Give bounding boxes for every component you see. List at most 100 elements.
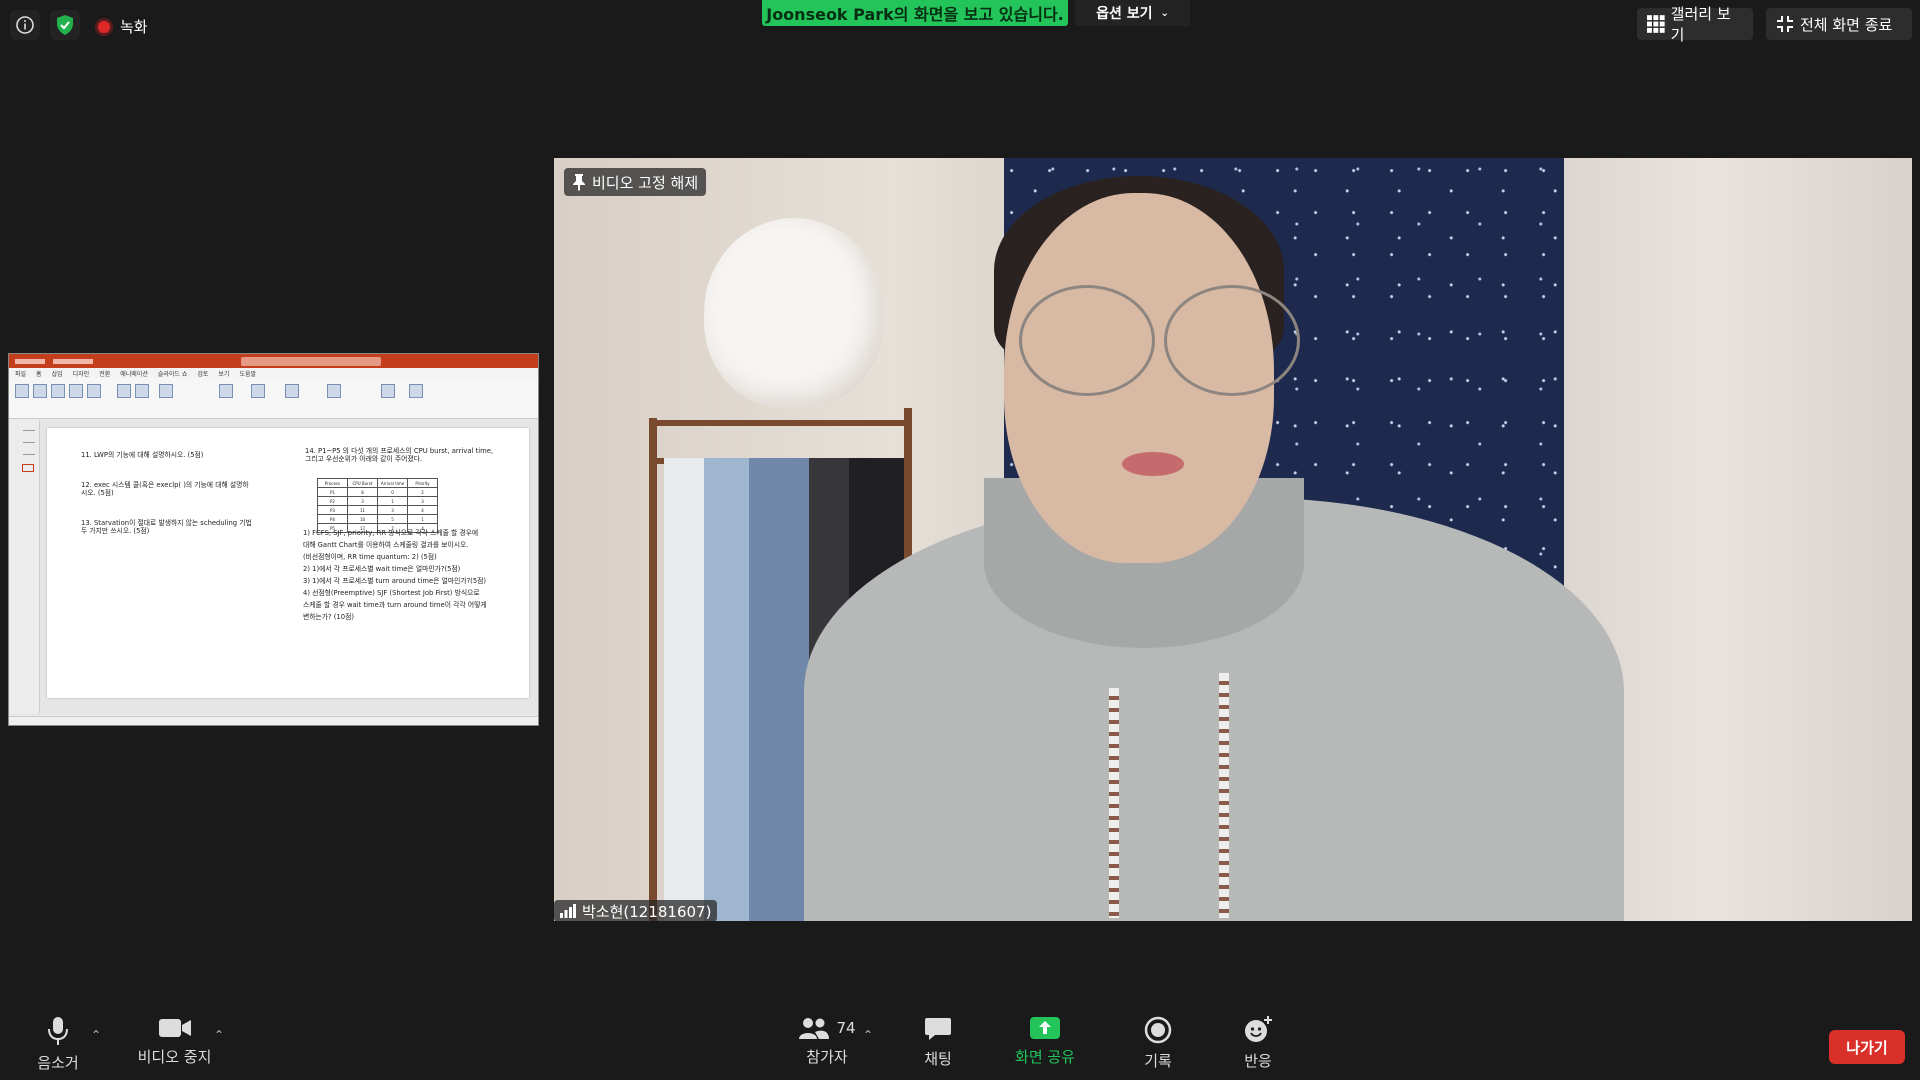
hoodie-string <box>1219 673 1229 918</box>
ribbon-icon <box>381 384 395 398</box>
table-cell: 10 <box>347 514 378 524</box>
leave-button[interactable]: 나가기 <box>1829 1030 1905 1064</box>
ribbon-icon <box>219 384 233 398</box>
slide-thumbnails <box>9 420 40 713</box>
table-cell: P3 <box>317 505 348 515</box>
table-cell: 5 <box>377 514 408 524</box>
slide-line: 두 가지만 쓰시오. (5점) <box>81 527 150 535</box>
slide-line: 스케줄 할 경우 wait time과 turn around time이 각각… <box>303 601 487 609</box>
table-cell: 3 <box>347 496 378 506</box>
chat-icon <box>925 1018 951 1040</box>
exit-fullscreen-label: 전체 화면 종료 <box>1800 15 1893 34</box>
emoji-add-icon <box>1245 1016 1272 1042</box>
mute-label: 음소거 <box>37 1054 79 1072</box>
slide-line: (비선점형이며, RR time quantum: 2) (5점) <box>303 553 437 561</box>
participant-name-tag: 박소현(12181607) <box>554 900 718 921</box>
participants-label: 참가자 <box>806 1048 848 1066</box>
reactions-button[interactable]: 반응 <box>1228 1016 1288 1071</box>
participant-video[interactable]: 비디오 고정 해제 박소현(12181607) <box>554 158 1912 921</box>
clothing <box>664 458 704 921</box>
table-header: CPU Burst <box>347 478 378 488</box>
ribbon-icon <box>33 384 47 398</box>
chevron-up-icon[interactable]: ⌃ <box>91 1028 101 1042</box>
slide-line: 3) 1)에서 각 프로세스별 turn around time은 얼마인가?(… <box>303 577 487 585</box>
ribbon-tab: 보기 <box>218 370 230 378</box>
recording-indicator[interactable]: 녹화 <box>98 16 148 37</box>
thumbnail <box>23 442 35 443</box>
table-header: Priority <box>407 478 438 488</box>
share-screen-button[interactable]: 화면 공유 <box>1003 1016 1087 1067</box>
participants-button[interactable]: 74 참가자 <box>777 1016 877 1067</box>
mute-button[interactable]: 음소거 <box>33 1016 83 1073</box>
slide-line: 1) FCFS, SJF, priority, RR 방식으로 각각 스케줄 할… <box>303 529 479 537</box>
info-button[interactable] <box>10 10 40 40</box>
ribbon-tab: 홈 <box>36 370 42 378</box>
security-button[interactable] <box>50 10 80 40</box>
participants-icon <box>799 1018 830 1039</box>
microphone-icon <box>48 1017 68 1045</box>
chat-label: 채팅 <box>924 1050 952 1068</box>
ribbon-icon <box>15 384 29 398</box>
table-cell: 3 <box>407 496 438 506</box>
slide-line: 대해 Gantt Chart를 이용하여 스케줄링 결과를 보이시오. <box>303 541 469 549</box>
unpin-label: 비디오 고정 해제 <box>592 173 699 192</box>
table-cell: 1 <box>407 514 438 524</box>
stop-video-button[interactable]: 비디오 중지 <box>132 1016 217 1067</box>
slide-line: 4) 선점형(Preemptive) SJF (Shortest Job Fir… <box>303 589 480 597</box>
ribbon-tab: 도움말 <box>239 370 257 378</box>
glasses <box>1019 285 1155 396</box>
lips <box>1122 452 1184 476</box>
gallery-view-label: 갤러리 보기 <box>1670 5 1731 44</box>
clothing <box>749 458 809 921</box>
ribbon-tab: 파일 <box>15 370 27 378</box>
ribbon-icon <box>51 384 65 398</box>
gallery-view-button[interactable]: 갤러리 보기 <box>1637 5 1753 44</box>
chevron-down-icon: ⌄ <box>1160 7 1169 19</box>
thumbnail <box>23 454 35 455</box>
record-button[interactable]: 기록 <box>1128 1016 1188 1071</box>
slide-line: 시오. (5점) <box>81 489 114 497</box>
grid-icon <box>1647 15 1665 33</box>
ribbon <box>9 378 538 419</box>
exit-fullscreen-icon <box>1777 16 1793 32</box>
stop-video-label: 비디오 중지 <box>137 1048 212 1066</box>
hoodie-string <box>1109 688 1119 918</box>
powerpoint-title-bar <box>9 354 538 368</box>
signal-strength-icon <box>560 904 576 918</box>
chevron-up-icon[interactable]: ⌃ <box>214 1028 224 1042</box>
exit-fullscreen-button[interactable]: 전체 화면 종료 <box>1766 8 1912 40</box>
table-cell: P2 <box>317 496 348 506</box>
video-camera-icon <box>158 1019 191 1037</box>
table-cell: 4 <box>407 505 438 515</box>
process-table: Process CPU Burst Arrival time Priority … <box>317 478 438 533</box>
table-cell: 2 <box>407 487 438 497</box>
share-label: 화면 공유 <box>1015 1048 1075 1066</box>
chat-button[interactable]: 채팅 <box>908 1016 968 1069</box>
glasses <box>1164 285 1300 396</box>
table-cell: 0 <box>377 487 408 497</box>
search-box <box>241 356 381 366</box>
view-options-button[interactable]: 옵션 보기 ⌄ <box>1075 0 1190 26</box>
ribbon-tab: 디자인 <box>72 370 90 378</box>
table-cell: P1 <box>317 487 348 497</box>
unpin-video-button[interactable]: 비디오 고정 해제 <box>564 168 707 196</box>
chevron-up-icon[interactable]: ⌃ <box>863 1028 873 1042</box>
pin-icon <box>573 174 585 191</box>
record-dot-icon <box>98 20 110 33</box>
ribbon-tab: 슬라이드 쇼 <box>157 370 188 378</box>
thumbnail <box>23 430 35 431</box>
record-icon <box>1144 1016 1172 1044</box>
current-thumbnail[interactable] <box>22 464 34 472</box>
table-cell: 11 <box>347 505 378 515</box>
table-header: Process <box>317 478 348 488</box>
shared-screen[interactable]: 파일 홈 삽입 디자인 전환 애니메이션 슬라이드 쇼 검토 보기 도움말 11… <box>8 353 539 726</box>
table-cell: 1 <box>377 496 408 506</box>
slide-line: 그리고 우선순위가 아래와 같이 주어졌다. <box>305 455 423 463</box>
presentation-workspace: 11. LWP의 기능에 대해 설명하시오. (5점) 12. exec 시스템… <box>9 420 538 713</box>
ribbon-tab: 검토 <box>197 370 209 378</box>
ribbon-tab: 전환 <box>99 370 111 378</box>
ribbon-icon <box>327 384 341 398</box>
view-options-label: 옵션 보기 <box>1096 6 1153 22</box>
ribbon-icon <box>69 384 83 398</box>
share-banner: Joonseok Park의 화면을 보고 있습니다. <box>762 0 1068 26</box>
